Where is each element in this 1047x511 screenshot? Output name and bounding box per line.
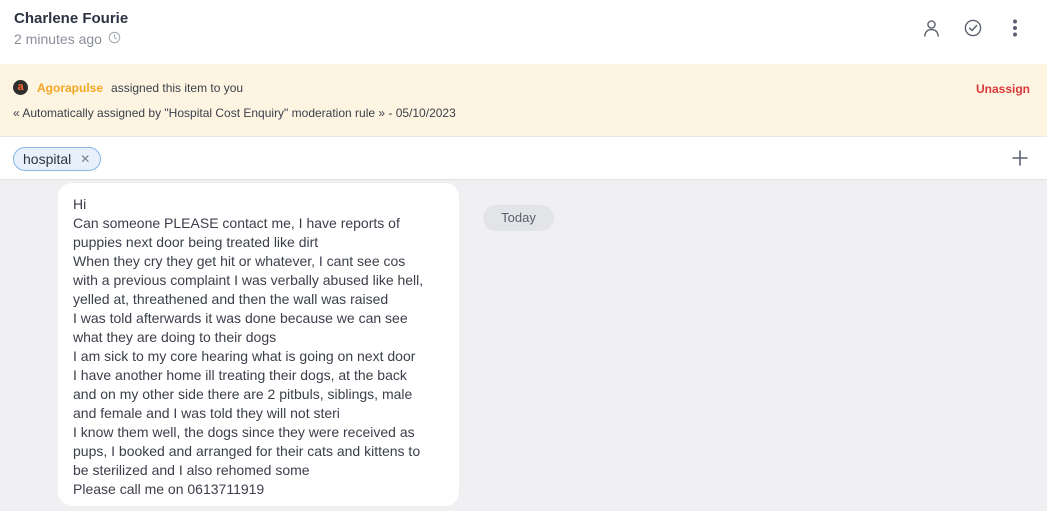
message-line: Please call me on 0613711919: [73, 481, 265, 497]
timestamp-row: 2 minutes ago: [14, 31, 121, 47]
header-actions: [921, 18, 1025, 42]
moderation-rule-text: « Automatically assigned by "Hospital Co…: [13, 106, 456, 120]
message-body: Hi Can someone PLEASE contact me, I have …: [73, 195, 445, 499]
resolve-button[interactable]: [963, 18, 983, 42]
assignment-banner: a Agorapulse assigned this item to you «…: [0, 64, 1047, 136]
message-line: I am sick to my core hearing what is goi…: [73, 348, 416, 364]
message-line: When they cry they get hit or whatever, …: [73, 253, 406, 269]
message-line: and female and I was told they will not …: [73, 405, 340, 421]
assignment-line: a Agorapulse assigned this item to you: [13, 80, 243, 95]
user-icon: [923, 19, 940, 42]
assign-button[interactable]: [921, 18, 941, 42]
message-line: with a previous complaint I was verbally…: [73, 272, 424, 288]
author-name[interactable]: Charlene Fourie: [14, 10, 128, 27]
message-line: pups, I booked and arranged for their ca…: [73, 443, 421, 459]
message-line: I have another home ill treating their d…: [73, 367, 407, 383]
message-line: Hi: [73, 196, 87, 212]
close-icon[interactable]: ✕: [80, 153, 90, 165]
message-line: and on my other side there are 2 pitbuls…: [73, 386, 413, 402]
item-header: Charlene Fourie 2 minutes ago: [0, 0, 1047, 64]
more-vertical-icon: [1012, 19, 1018, 42]
message-bubble: Hi Can someone PLEASE contact me, I have …: [58, 183, 459, 506]
message-line: I was told afterwards it was done becaus…: [73, 310, 408, 326]
timestamp: 2 minutes ago: [14, 31, 102, 47]
tag-label: hospital: [23, 151, 72, 167]
assigner-name: Agorapulse: [37, 80, 104, 95]
assignment-text: assigned this item to you: [111, 80, 244, 95]
plus-icon: [1011, 150, 1029, 171]
tag-bar: hospital ✕: [0, 136, 1047, 180]
message-line: what they are doing to their dogs: [73, 329, 277, 345]
message-line: Can someone PLEASE contact me, I have re…: [73, 215, 400, 231]
message-line: yelled at, threathened and then the wall…: [73, 291, 389, 307]
tag-chip[interactable]: hospital ✕: [13, 147, 102, 171]
more-options-button[interactable]: [1005, 18, 1025, 42]
clock-icon: [108, 31, 121, 47]
date-separator: Today: [483, 205, 554, 231]
check-circle-icon: [964, 19, 982, 42]
message-line: puppies next door being treated like dir…: [73, 234, 319, 250]
add-tag-button[interactable]: [1011, 149, 1029, 167]
agorapulse-logo-icon: a: [13, 80, 28, 95]
unassign-button[interactable]: Unassign: [976, 82, 1030, 96]
message-line: I know them well, the dogs since they we…: [73, 424, 415, 440]
message-line: be sterilized and I also rehomed some: [73, 462, 310, 478]
